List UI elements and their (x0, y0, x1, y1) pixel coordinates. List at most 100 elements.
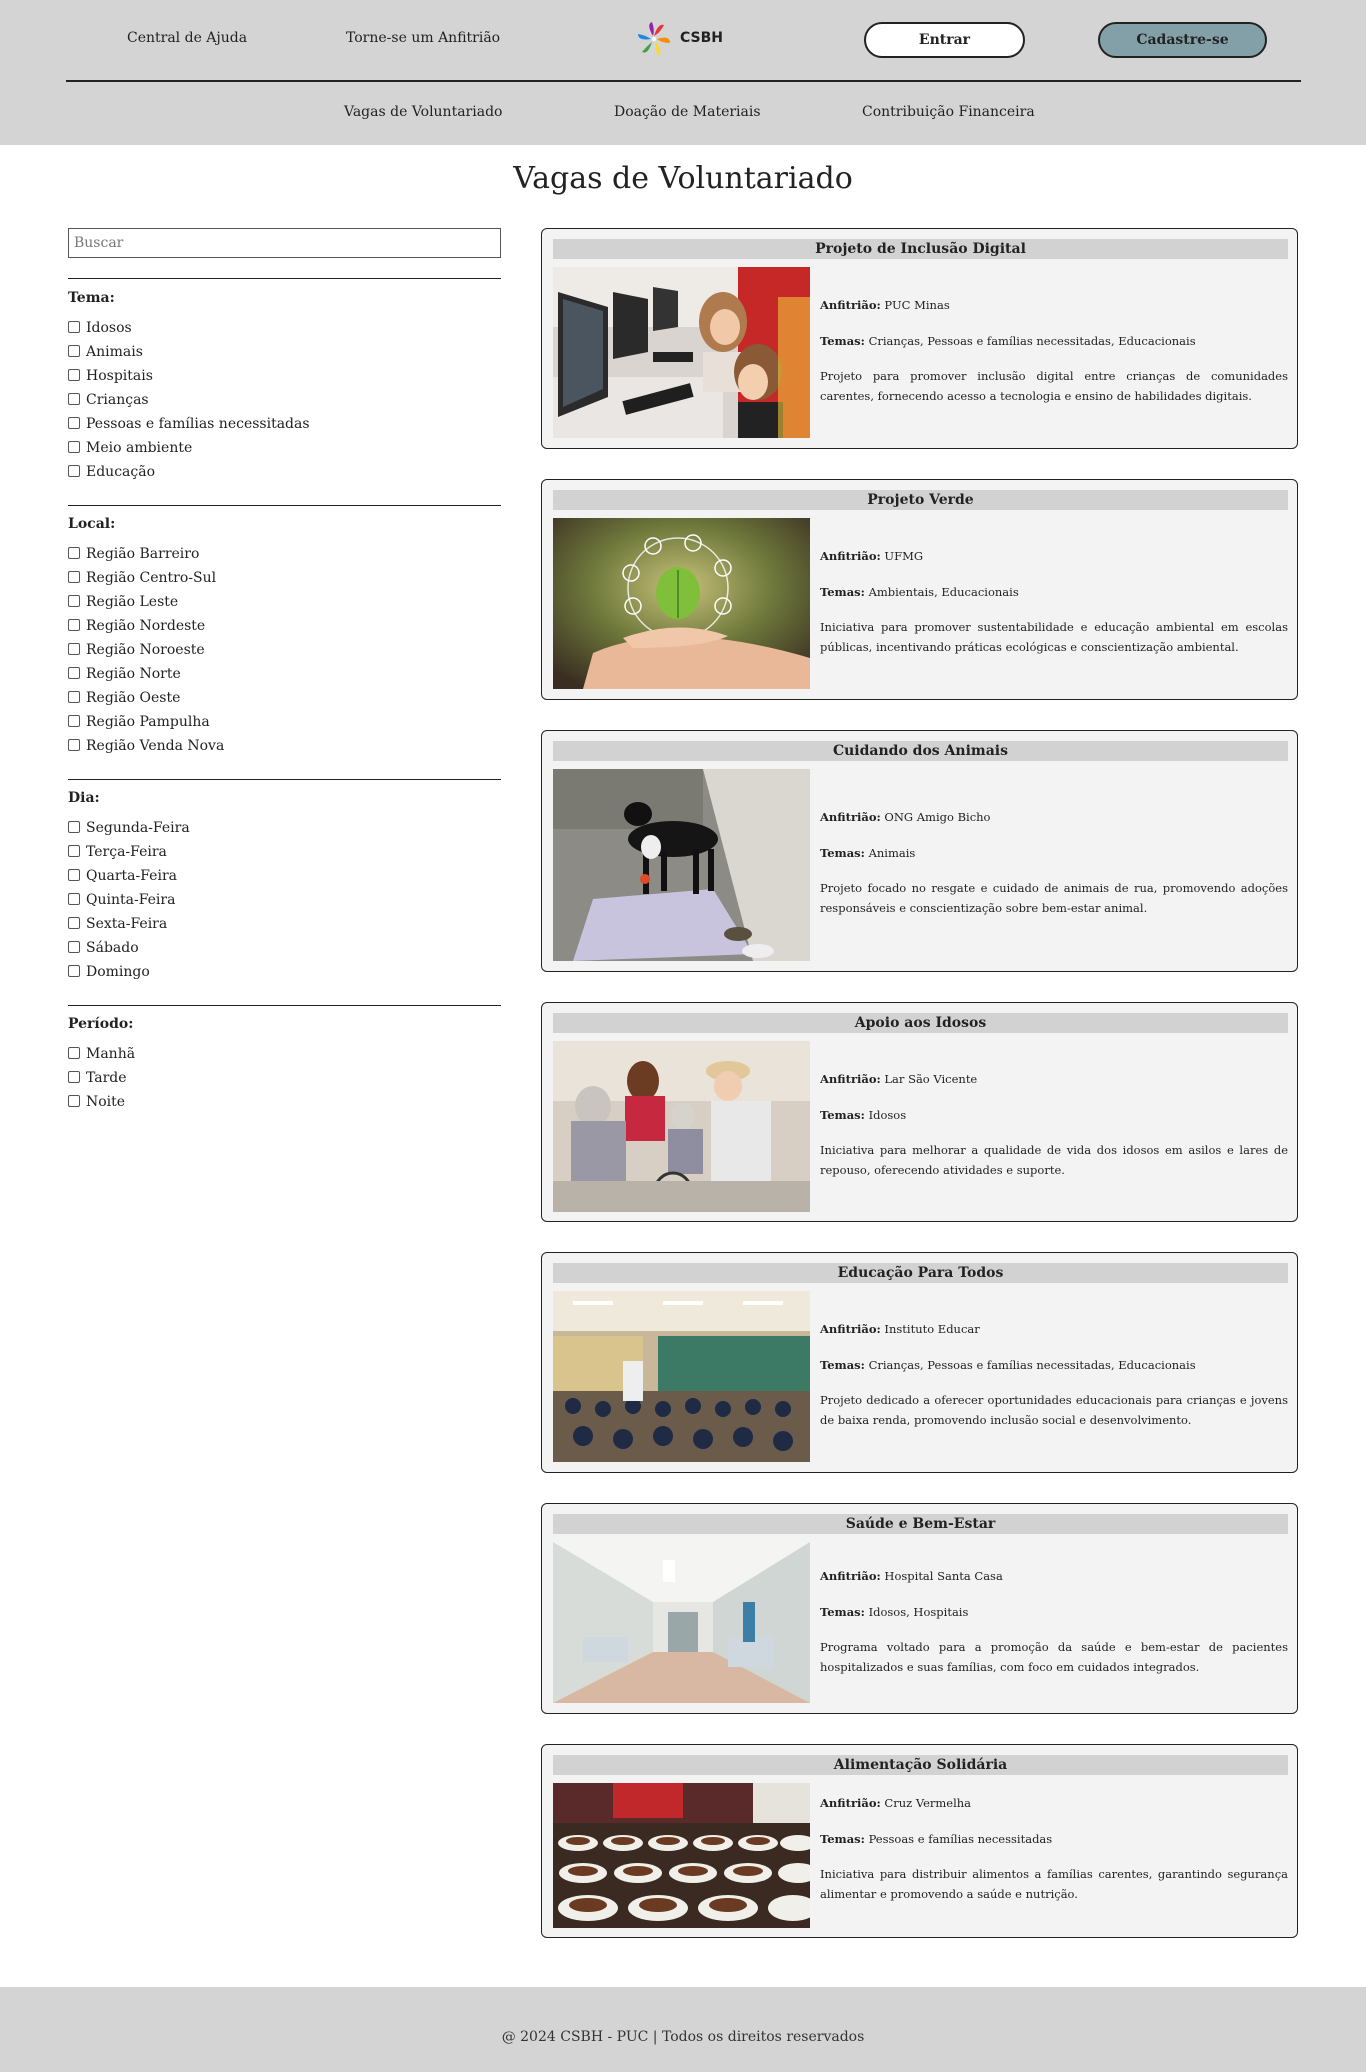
filter-option-local[interactable]: Região Leste (68, 592, 178, 612)
card-image (553, 1041, 810, 1212)
checkbox[interactable] (68, 690, 80, 703)
help-center-link[interactable]: Central de Ajuda (127, 30, 247, 46)
filter-option-tema[interactable]: Meio ambiente (68, 438, 192, 458)
filter-option-tema[interactable]: Crianças (68, 390, 149, 410)
checkbox[interactable] (68, 368, 80, 381)
checkbox[interactable] (68, 618, 80, 631)
volunteer-card[interactable]: Apoio aos Idosos Anfitrião: Lar São Vice… (541, 1002, 1298, 1222)
card-image (553, 1542, 810, 1703)
filter-option-periodo[interactable]: Manhã (68, 1044, 135, 1064)
filter-option-dia[interactable]: Quinta-Feira (68, 890, 175, 910)
checkbox[interactable] (68, 344, 80, 357)
filter-option-label: Meio ambiente (86, 440, 193, 456)
filter-option-tema[interactable]: Hospitais (68, 366, 153, 386)
filter-option-local[interactable]: Região Centro-Sul (68, 568, 216, 588)
search-input[interactable] (68, 228, 501, 258)
checkbox[interactable] (68, 320, 80, 333)
checkbox[interactable] (68, 666, 80, 679)
filter-option-label: Região Barreiro (86, 546, 200, 562)
checkbox[interactable] (68, 392, 80, 405)
checkbox[interactable] (68, 868, 80, 881)
signup-button[interactable]: Cadastre-se (1098, 22, 1267, 58)
checkbox[interactable] (68, 714, 80, 727)
filter-option-dia[interactable]: Domingo (68, 962, 150, 982)
footer-copyright: @ 2024 CSBH - PUC | Todos os direitos re… (501, 2029, 865, 2045)
volunteer-card[interactable]: Educação Para Todos Anfitrião: Instituto… (541, 1252, 1298, 1473)
checkbox[interactable] (68, 440, 80, 453)
filter-option-tema[interactable]: Animais (68, 342, 143, 362)
header-divider (66, 80, 1301, 82)
checkbox[interactable] (68, 464, 80, 477)
volunteer-card[interactable]: Projeto de Inclusão Digital Anfitrião: P… (541, 228, 1298, 449)
filter-option-dia[interactable]: Sexta-Feira (68, 914, 167, 934)
filter-option-local[interactable]: Região Venda Nova (68, 736, 224, 756)
filter-title-periodo: Período: (68, 1016, 134, 1032)
elderly-care-photo (553, 1041, 810, 1212)
csbh-logo[interactable]: CSBH (634, 18, 724, 60)
card-themes: Temas: Animais (820, 843, 1288, 863)
checkbox[interactable] (68, 642, 80, 655)
checkbox[interactable] (68, 916, 80, 929)
host-value: UFMG (884, 549, 924, 563)
filter-title-local: Local: (68, 516, 116, 532)
filter-option-dia[interactable]: Quarta-Feira (68, 866, 177, 886)
themes-value: Animais (868, 846, 916, 860)
checkbox[interactable] (68, 892, 80, 905)
filter-option-tema[interactable]: Educação (68, 462, 155, 482)
checkbox[interactable] (68, 738, 80, 751)
card-host: Anfitrião: Cruz Vermelha (820, 1793, 1288, 1813)
filter-option-local[interactable]: Região Barreiro (68, 544, 199, 564)
host-value: Cruz Vermelha (884, 1796, 972, 1810)
filter-option-label: Idosos (86, 320, 132, 336)
filter-option-local[interactable]: Região Nordeste (68, 616, 205, 636)
checkbox[interactable] (68, 964, 80, 977)
nav-volunteer-jobs[interactable]: Vagas de Voluntariado (344, 104, 502, 120)
checkbox[interactable] (68, 1094, 80, 1107)
checkbox[interactable] (68, 1046, 80, 1059)
card-host: Anfitrião: Instituto Educar (820, 1319, 1288, 1339)
card-title: Cuidando dos Animais (553, 741, 1288, 761)
login-button[interactable]: Entrar (864, 22, 1025, 58)
themes-label: Temas: (820, 334, 865, 348)
filter-option-local[interactable]: Região Noroeste (68, 640, 205, 660)
filter-option-dia[interactable]: Sábado (68, 938, 139, 958)
card-info: Anfitrião: UFMG Temas: Ambientais, Educa… (820, 546, 1288, 657)
volunteer-card[interactable]: Cuidando dos Animais Anfitrião: ONG Amig… (541, 730, 1298, 972)
card-title: Saúde e Bem-Estar (553, 1514, 1288, 1534)
filter-option-local[interactable]: Região Norte (68, 664, 181, 684)
checkbox[interactable] (68, 1070, 80, 1083)
volunteer-card[interactable]: Projeto Verde Anfitrião: UFMG Temas: Amb… (541, 479, 1298, 700)
hospital-ward-photo (553, 1542, 810, 1703)
filter-option-local[interactable]: Região Pampulha (68, 712, 210, 732)
checkbox[interactable] (68, 416, 80, 429)
become-host-link[interactable]: Torne-se um Anfitrião (346, 30, 500, 46)
card-host: Anfitrião: UFMG (820, 546, 1288, 566)
filter-option-label: Segunda-Feira (86, 820, 190, 836)
filter-option-tema[interactable]: Pessoas e famílias necessitadas (68, 414, 310, 434)
host-label: Anfitrião: (820, 549, 881, 563)
checkbox[interactable] (68, 820, 80, 833)
nav-material-donation[interactable]: Doação de Materiais (614, 104, 761, 120)
volunteer-card[interactable]: Alimentação Solidária Anfitrião: Cruz Ve… (541, 1744, 1298, 1938)
filter-option-label: Pessoas e famílias necessitadas (86, 416, 310, 432)
filter-option-local[interactable]: Região Oeste (68, 688, 180, 708)
checkbox[interactable] (68, 546, 80, 559)
checkbox[interactable] (68, 594, 80, 607)
volunteer-card[interactable]: Saúde e Bem-Estar Anfitrião: Hospital Sa… (541, 1503, 1298, 1714)
filter-option-periodo[interactable]: Noite (68, 1092, 125, 1112)
filter-option-periodo[interactable]: Tarde (68, 1068, 127, 1088)
checkbox[interactable] (68, 844, 80, 857)
filter-option-tema[interactable]: Idosos (68, 318, 132, 338)
checkbox[interactable] (68, 940, 80, 953)
filter-option-dia[interactable]: Segunda-Feira (68, 818, 190, 838)
card-themes: Temas: Crianças, Pessoas e famílias nece… (820, 1355, 1288, 1375)
food-bowls-photo (553, 1783, 810, 1928)
checkbox[interactable] (68, 570, 80, 583)
host-value: Hospital Santa Casa (884, 1569, 1003, 1583)
filter-option-label: Região Venda Nova (86, 738, 225, 754)
nav-financial-contribution[interactable]: Contribuição Financeira (862, 104, 1035, 120)
classroom-photo (553, 1291, 810, 1462)
card-title: Educação Para Todos (553, 1263, 1288, 1283)
filter-option-dia[interactable]: Terça-Feira (68, 842, 167, 862)
filter-option-label: Região Pampulha (86, 714, 210, 730)
